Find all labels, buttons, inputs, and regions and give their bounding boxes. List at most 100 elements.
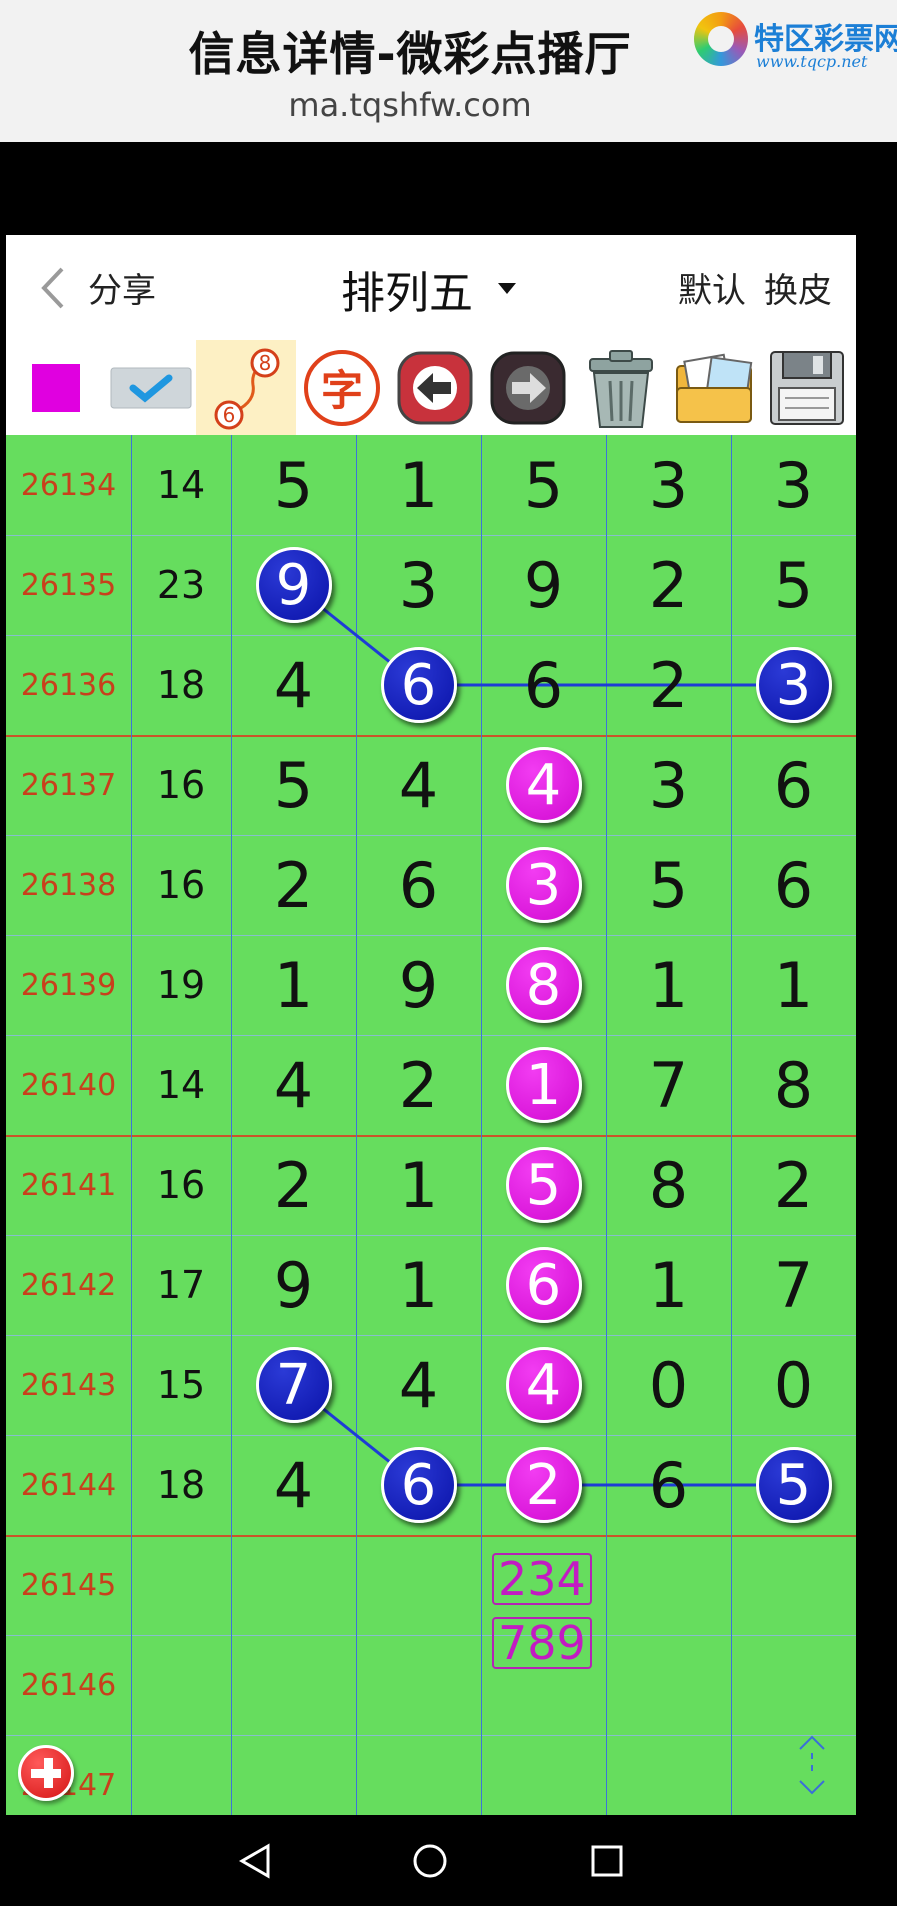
system-back-icon[interactable] bbox=[238, 1843, 272, 1879]
digit-cell[interactable]: 5 bbox=[731, 535, 856, 635]
draw-table[interactable]: 26134 14 5 1 5 3 3 26135 23 9 3 9 2 5 26136 18 4 6 6 2 3 2613… bbox=[6, 435, 856, 1815]
digit-cell[interactable]: 1 bbox=[231, 935, 356, 1035]
digit-cell[interactable]: 7 bbox=[231, 1335, 356, 1435]
default-button[interactable]: 默认 bbox=[678, 263, 746, 312]
digit-cell[interactable] bbox=[606, 1635, 731, 1735]
connect-line-button[interactable]: 8 6 bbox=[196, 340, 296, 435]
digit-cell[interactable]: 5 bbox=[231, 735, 356, 835]
digit-cell[interactable]: 4 bbox=[481, 735, 606, 835]
digit-cell[interactable]: 6 bbox=[606, 1435, 731, 1535]
digit-cell[interactable]: 3 bbox=[731, 435, 856, 535]
digit-cell[interactable]: 0 bbox=[731, 1335, 856, 1435]
digit-cell[interactable] bbox=[231, 1535, 356, 1635]
system-recents-icon[interactable] bbox=[590, 1844, 624, 1878]
digit-cell[interactable]: 6 bbox=[356, 835, 481, 935]
magenta-ball[interactable]: 5 bbox=[505, 1147, 582, 1223]
digit-cell[interactable]: 2 bbox=[231, 1135, 356, 1235]
change-skin-button[interactable]: 换皮 bbox=[764, 263, 832, 312]
digit-cell[interactable]: 1 bbox=[606, 1235, 731, 1335]
digit-cell[interactable]: 1 bbox=[356, 1135, 481, 1235]
digit-cell[interactable]: 1 bbox=[356, 435, 481, 535]
digit-cell[interactable]: 2 bbox=[481, 1435, 606, 1535]
digit-cell[interactable]: 5 bbox=[731, 1435, 856, 1535]
digit-cell[interactable] bbox=[731, 1635, 856, 1735]
magenta-ball[interactable]: 1 bbox=[505, 1047, 582, 1123]
font-button[interactable]: 字 bbox=[296, 340, 388, 435]
blue-ball[interactable]: 9 bbox=[255, 547, 332, 623]
digit-cell[interactable]: 4 bbox=[231, 1435, 356, 1535]
magenta-ball[interactable]: 4 bbox=[505, 747, 582, 823]
digit-cell[interactable]: 1 bbox=[356, 1235, 481, 1335]
magenta-ball[interactable]: 3 bbox=[505, 847, 582, 923]
digit-cell[interactable]: 5 bbox=[481, 1135, 606, 1235]
digit-cell[interactable]: 8 bbox=[731, 1035, 856, 1135]
digit-cell[interactable]: 4 bbox=[356, 1335, 481, 1435]
digit-cell[interactable]: 9 bbox=[481, 535, 606, 635]
digit-cell[interactable]: 4 bbox=[356, 735, 481, 835]
digit-cell[interactable]: 3 bbox=[731, 635, 856, 735]
share-button[interactable]: 分享 bbox=[88, 263, 156, 312]
blue-ball[interactable]: 6 bbox=[380, 1447, 457, 1523]
digit-cell[interactable]: 4 bbox=[231, 635, 356, 735]
digit-cell[interactable]: 9 bbox=[231, 535, 356, 635]
back-chevron-icon[interactable] bbox=[34, 265, 74, 311]
digit-cell[interactable]: 8 bbox=[481, 935, 606, 1035]
caret-down-icon[interactable] bbox=[498, 283, 516, 294]
digit-cell[interactable] bbox=[606, 1735, 731, 1815]
digit-cell[interactable]: 6 bbox=[731, 835, 856, 935]
redo-button[interactable] bbox=[482, 340, 574, 435]
digit-cell[interactable]: 6 bbox=[356, 635, 481, 735]
scroll-arrows-icon[interactable] bbox=[792, 1735, 832, 1795]
digit-cell[interactable]: 2 bbox=[356, 1035, 481, 1135]
digit-cell[interactable] bbox=[606, 1535, 731, 1635]
digit-cell[interactable]: 4 bbox=[481, 1335, 606, 1435]
digit-cell[interactable]: 3 bbox=[356, 535, 481, 635]
digit-cell[interactable] bbox=[231, 1635, 356, 1735]
digit-cell[interactable]: 2 bbox=[731, 1135, 856, 1235]
digit-cell[interactable]: 7 bbox=[731, 1235, 856, 1335]
blue-ball[interactable]: 5 bbox=[755, 1447, 832, 1523]
digit-cell[interactable]: 2 bbox=[606, 535, 731, 635]
magenta-ball[interactable]: 8 bbox=[505, 947, 582, 1023]
digit-cell[interactable]: 6 bbox=[481, 1235, 606, 1335]
digit-cell[interactable]: 3 bbox=[606, 435, 731, 535]
color-swatch-button[interactable] bbox=[16, 340, 96, 435]
digit-cell[interactable]: 8 bbox=[606, 1135, 731, 1235]
digit-cell[interactable]: 1 bbox=[606, 935, 731, 1035]
magenta-ball[interactable]: 2 bbox=[505, 1447, 582, 1523]
site-logo[interactable]: 特区彩票网 www.tqcp.net bbox=[694, 10, 897, 71]
save-button[interactable] bbox=[761, 340, 853, 435]
digit-cell[interactable]: 3 bbox=[481, 835, 606, 935]
undo-button[interactable] bbox=[389, 340, 481, 435]
photos-button[interactable] bbox=[668, 340, 760, 435]
digit-cell[interactable]: 1 bbox=[481, 1035, 606, 1135]
digit-cell[interactable]: 2 bbox=[606, 635, 731, 735]
digit-cell[interactable] bbox=[356, 1535, 481, 1635]
digit-cell[interactable]: 5 bbox=[481, 435, 606, 535]
digit-cell[interactable] bbox=[731, 1535, 856, 1635]
digit-cell[interactable]: 9 bbox=[231, 1235, 356, 1335]
blue-ball[interactable]: 7 bbox=[255, 1347, 332, 1423]
add-button[interactable] bbox=[18, 1745, 74, 1801]
magenta-ball[interactable]: 4 bbox=[505, 1347, 582, 1423]
clear-button[interactable] bbox=[575, 340, 667, 435]
digit-cell[interactable]: 2 bbox=[231, 835, 356, 935]
digit-cell[interactable]: 7 bbox=[606, 1035, 731, 1135]
digit-cell[interactable]: 6 bbox=[731, 735, 856, 835]
lottery-title[interactable]: 排列五 bbox=[341, 257, 473, 321]
digit-cell[interactable]: 5 bbox=[606, 835, 731, 935]
digit-cell[interactable]: 3 bbox=[606, 735, 731, 835]
digit-cell[interactable] bbox=[356, 1635, 481, 1735]
digit-cell[interactable] bbox=[481, 1735, 606, 1815]
digit-cell[interactable]: 0 bbox=[606, 1335, 731, 1435]
system-home-icon[interactable] bbox=[412, 1843, 448, 1879]
check-button[interactable] bbox=[101, 340, 201, 435]
digit-cell[interactable]: 5 bbox=[231, 435, 356, 535]
digit-cell[interactable]: 1 bbox=[731, 935, 856, 1035]
digit-cell[interactable] bbox=[231, 1735, 356, 1815]
digit-cell[interactable]: 6 bbox=[356, 1435, 481, 1535]
digit-cell[interactable]: 6 bbox=[481, 635, 606, 735]
digit-cell[interactable] bbox=[356, 1735, 481, 1815]
digit-cell[interactable]: 9 bbox=[356, 935, 481, 1035]
blue-ball[interactable]: 6 bbox=[380, 647, 457, 723]
